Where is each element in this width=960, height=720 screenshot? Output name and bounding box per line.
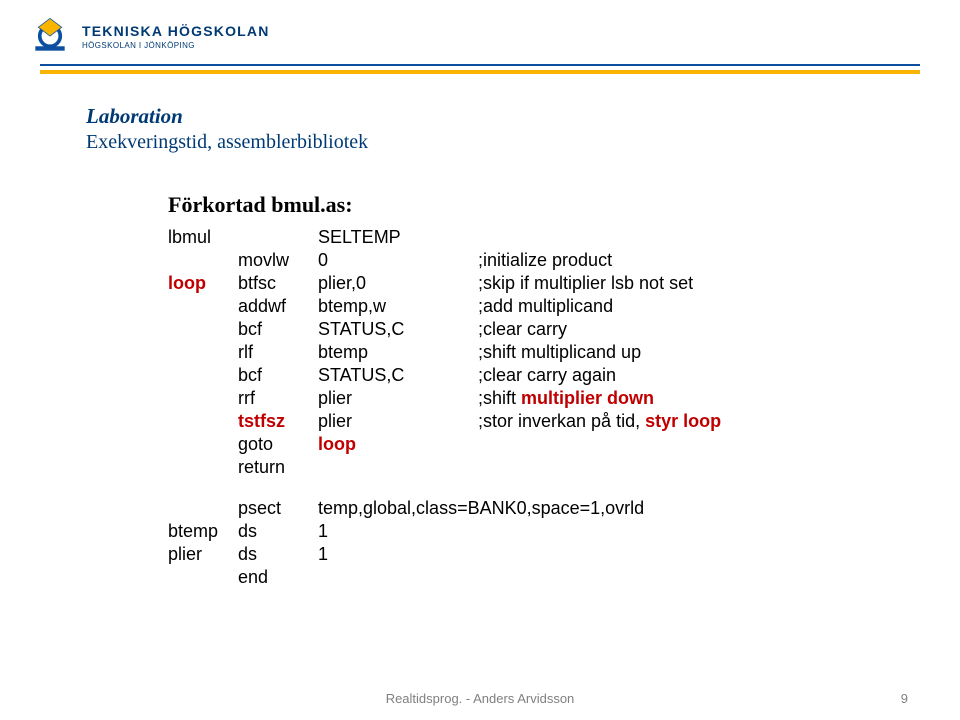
code-row: return — [168, 456, 721, 479]
slide-header: TEKNISKA HÖGSKOLAN HÖGSKOLAN I JÖNKÖPING — [0, 0, 960, 58]
code-row: rlfbtemp;shift multiplicand up — [168, 341, 721, 364]
footer-text: Realtidsprog. - Anders Arvidsson — [0, 691, 960, 706]
code-mnemonic: rrf — [238, 387, 318, 410]
page-number: 9 — [901, 691, 908, 706]
code-row: lbmul SELTEMP — [168, 226, 721, 249]
code-row: end — [168, 566, 644, 589]
code-mnemonic: tstfsz — [238, 410, 318, 433]
code-row: movlw0;initialize product — [168, 249, 721, 272]
code-label — [168, 249, 238, 272]
code-row: rrfplier;shift multiplier down — [168, 387, 721, 410]
code-mnemonic: psect — [238, 497, 318, 520]
slide-title: Laboration — [86, 104, 960, 129]
code-operand: STATUS,C — [318, 364, 478, 387]
code-row: bcfSTATUS,C;clear carry — [168, 318, 721, 341]
code-comment — [478, 226, 721, 249]
code-label — [168, 318, 238, 341]
code-mnemonic: return — [238, 456, 318, 479]
slide-content: Laboration Exekveringstid, assemblerbibl… — [0, 74, 960, 589]
code-row: tstfszplier;stor inverkan på tid, styr l… — [168, 410, 721, 433]
code-operand: plier,0 — [318, 272, 478, 295]
code-label: btemp — [168, 520, 238, 543]
code-operand: temp,global,class=BANK0,space=1,ovrld — [318, 497, 644, 520]
code-label: lbmul — [168, 226, 238, 249]
code-row: plierds1 — [168, 543, 644, 566]
code-title: Förkortad bmul.as: — [168, 192, 960, 218]
code-label — [168, 295, 238, 318]
code-operand — [318, 456, 478, 479]
logo-text-block: TEKNISKA HÖGSKOLAN HÖGSKOLAN I JÖNKÖPING — [82, 23, 270, 50]
code-comment: ;add multiplicand — [478, 295, 721, 318]
brand-name: TEKNISKA HÖGSKOLAN — [82, 23, 270, 39]
code-table-tail: psecttemp,global,class=BANK0,space=1,ovr… — [168, 497, 644, 589]
code-operand: btemp,w — [318, 295, 478, 318]
code-comment: ;shift multiplier down — [478, 387, 721, 410]
code-label — [168, 566, 238, 589]
code-operand: STATUS,C — [318, 318, 478, 341]
code-comment: ;initialize product — [478, 249, 721, 272]
code-comment: ;clear carry again — [478, 364, 721, 387]
university-logo-icon — [28, 14, 72, 58]
code-comment — [478, 456, 721, 479]
code-operand: 1 — [318, 520, 644, 543]
code-operand: 1 — [318, 543, 644, 566]
code-row: bcfSTATUS,C;clear carry again — [168, 364, 721, 387]
code-comment: ;shift multiplicand up — [478, 341, 721, 364]
code-label: loop — [168, 272, 238, 295]
brand-subtitle: HÖGSKOLAN I JÖNKÖPING — [82, 41, 270, 50]
code-label — [168, 387, 238, 410]
code-mnemonic: addwf — [238, 295, 318, 318]
logo-area: TEKNISKA HÖGSKOLAN HÖGSKOLAN I JÖNKÖPING — [28, 14, 270, 58]
code-label — [168, 456, 238, 479]
code-comment: ;stor inverkan på tid, styr loop — [478, 410, 721, 433]
code-operand — [318, 566, 644, 589]
code-row: loopbtfscplier,0;skip if multiplier lsb … — [168, 272, 721, 295]
code-mnemonic: movlw — [238, 249, 318, 272]
code-label — [168, 410, 238, 433]
code-block: Förkortad bmul.as: lbmul SELTEMPmovlw0;in… — [168, 192, 960, 589]
code-row: btempds1 — [168, 520, 644, 543]
header-rule-blue — [40, 64, 920, 66]
code-row: addwfbtemp,w;add multiplicand — [168, 295, 721, 318]
code-comment: ;skip if multiplier lsb not set — [478, 272, 721, 295]
code-mnemonic: bcf — [238, 318, 318, 341]
code-label — [168, 433, 238, 456]
code-comment: ;clear carry — [478, 318, 721, 341]
code-label: plier — [168, 543, 238, 566]
code-mnemonic: rlf — [238, 341, 318, 364]
code-label — [168, 497, 238, 520]
code-mnemonic: btfsc — [238, 272, 318, 295]
code-mnemonic: ds — [238, 520, 318, 543]
slide-subtitle: Exekveringstid, assemblerbibliotek — [86, 131, 960, 154]
code-operand: plier — [318, 410, 478, 433]
code-row: psecttemp,global,class=BANK0,space=1,ovr… — [168, 497, 644, 520]
code-operand: loop — [318, 433, 478, 456]
code-operand: btemp — [318, 341, 478, 364]
code-mnemonic: goto — [238, 433, 318, 456]
code-operand: SELTEMP — [318, 226, 478, 249]
code-table-main: lbmulSELTEMPmovlw0;initialize productloo… — [168, 226, 721, 479]
code-mnemonic — [238, 226, 318, 249]
code-mnemonic: end — [238, 566, 318, 589]
code-label — [168, 364, 238, 387]
code-mnemonic: ds — [238, 543, 318, 566]
code-operand: plier — [318, 387, 478, 410]
code-mnemonic: bcf — [238, 364, 318, 387]
code-row: gotoloop — [168, 433, 721, 456]
code-comment — [478, 433, 721, 456]
code-operand: 0 — [318, 249, 478, 272]
code-label — [168, 341, 238, 364]
